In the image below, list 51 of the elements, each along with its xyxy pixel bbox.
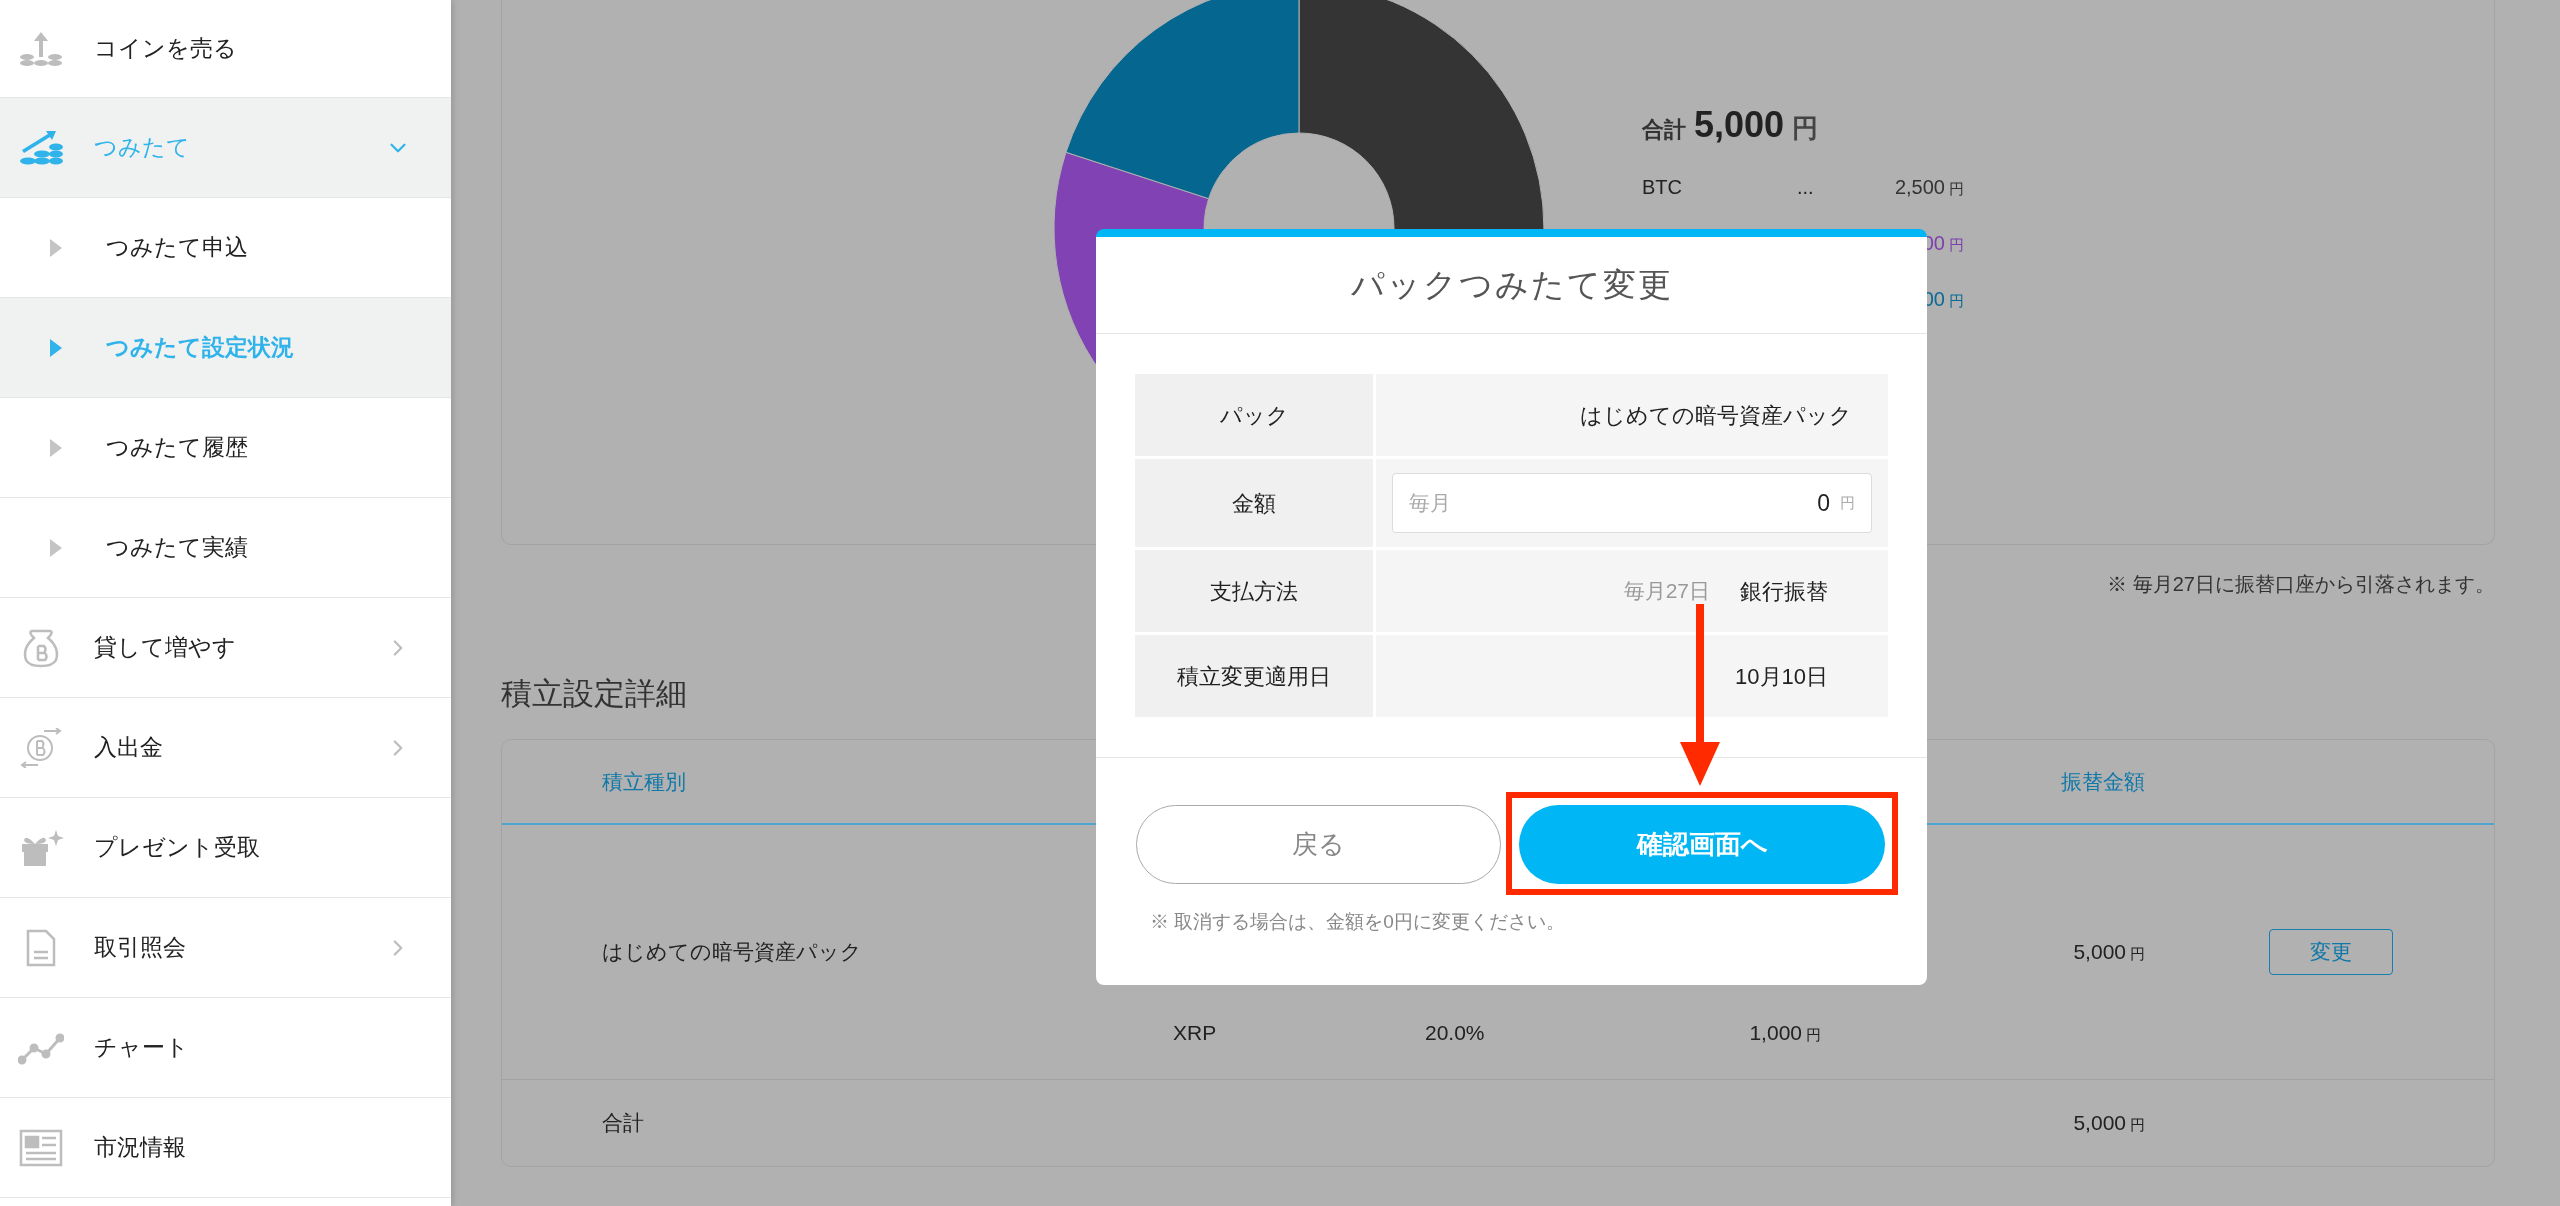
- dialog-title: パックつみたて変更: [1350, 265, 1673, 306]
- payment-date: 毎月27日: [1623, 578, 1710, 605]
- sidebar-item[interactable]: プレゼント受取: [0, 798, 451, 898]
- back-button[interactable]: 戻る: [1136, 805, 1501, 884]
- column-header: 積立種別: [602, 769, 686, 793]
- currency-unit: 円: [1949, 235, 1964, 255]
- ellipsis-text: ...: [1797, 176, 1814, 198]
- table-cell-text: 20.0%: [1425, 1020, 1485, 1046]
- table-cell-text: 5,000: [2073, 1110, 2126, 1137]
- sidebar-item[interactable]: コインを売る: [0, 0, 451, 98]
- table-cell: 合計: [602, 1111, 644, 1135]
- table-cell: はじめての暗号資産パック: [602, 940, 862, 964]
- column-header: 振替金額: [2061, 768, 2145, 795]
- table-cell-text: 1,000: [1749, 1020, 1802, 1046]
- triangle-right-icon: [50, 238, 62, 257]
- sidebar-item[interactable]: 入出金: [0, 698, 451, 798]
- currency-unit: 円: [1949, 291, 1964, 311]
- newspaper-icon: [18, 1127, 64, 1168]
- triangle-right-icon: [50, 438, 62, 457]
- currency-unit: 円: [2130, 944, 2145, 965]
- table-cell-text: XRP: [1173, 1020, 1217, 1046]
- amount-field[interactable]: 毎月 0 円: [1392, 473, 1872, 533]
- sidebar-subitem[interactable]: つみたて実績: [0, 498, 451, 598]
- currency-unit: 円: [1949, 179, 1964, 199]
- coin-exchange-icon: [18, 727, 64, 768]
- sidebar-item[interactable]: 貸して増やす: [0, 598, 451, 698]
- legend-amount: 2,500: [1894, 175, 1945, 200]
- triangle-right-icon: [50, 538, 62, 557]
- section-title: 積立設定詳細: [501, 676, 687, 711]
- row-label: 金額: [1232, 489, 1276, 518]
- sidebar-item[interactable]: チャート: [0, 998, 451, 1098]
- coin-name: BTC: [1642, 176, 1682, 198]
- currency-unit: 円: [2130, 1115, 2145, 1136]
- debit-note: ※ 毎月27日に振替口座から引落されます。: [2107, 572, 2495, 597]
- table-cell-text: 5,000: [2073, 939, 2126, 966]
- sidebar-subitem[interactable]: つみたて履歴: [0, 398, 451, 498]
- row-label: 積立変更適用日: [1177, 662, 1331, 691]
- total-amount: 5,000: [1694, 103, 1785, 147]
- sidebar-item[interactable]: 取引照会: [0, 898, 451, 998]
- triangle-right-icon: [50, 338, 62, 357]
- currency-unit: 円: [1792, 112, 1819, 145]
- payment-method: 銀行振替: [1740, 577, 1828, 606]
- pack-name: はじめての暗号資産パック: [1580, 401, 1852, 430]
- row-label: 支払方法: [1210, 577, 1298, 606]
- row-label: パック: [1219, 401, 1289, 430]
- apply-date: 10月10日: [1735, 662, 1828, 691]
- sidebar-item[interactable]: 市況情報: [0, 1098, 451, 1198]
- cancel-note: ※ 取消する場合は、金額を0円に変更ください。: [1150, 911, 1565, 932]
- sidebar-subitem[interactable]: つみたて申込: [0, 198, 451, 298]
- total-label: 合計: [1642, 116, 1686, 144]
- currency-unit: 円: [1806, 1025, 1821, 1045]
